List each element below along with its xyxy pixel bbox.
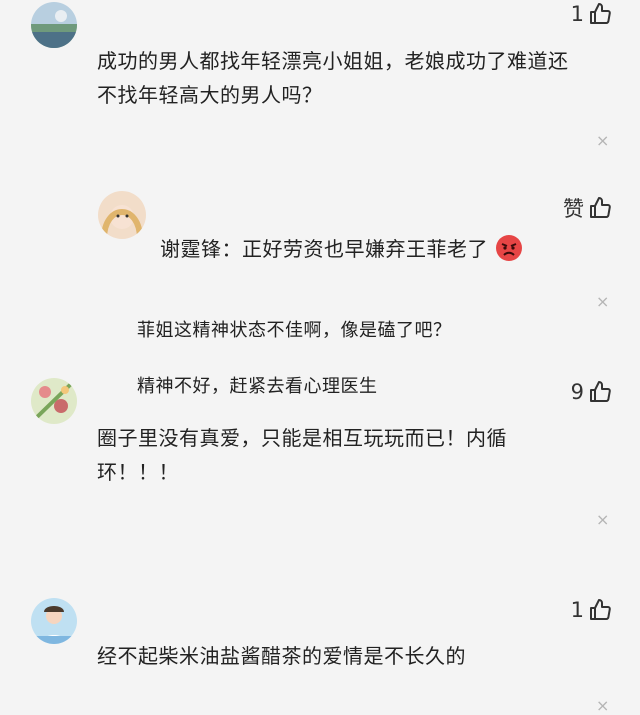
- close-icon[interactable]: ×: [596, 131, 609, 150]
- like-count: 赞: [563, 197, 584, 221]
- comment-text: 圈子里没有真爱，只能是相互玩玩而已！内循 环！！！: [97, 426, 507, 484]
- avatar[interactable]: [31, 598, 77, 644]
- overlay-comment-text: 精神不好，赶紧去看心理医生: [137, 376, 378, 397]
- thumbs-up-icon: [590, 599, 611, 620]
- avatar[interactable]: [98, 191, 146, 239]
- avatar[interactable]: [31, 378, 77, 424]
- avatar[interactable]: [31, 2, 77, 48]
- comment-text: 成功的男人都找年轻漂亮小姐姐，老娘成功了难道还 不找年轻高大的男人吗？: [97, 49, 569, 107]
- like-count: 1: [570, 598, 584, 622]
- thumbs-up-icon: [590, 381, 611, 402]
- like-button[interactable]: 1: [571, 2, 612, 26]
- like-count: 1: [570, 2, 584, 26]
- thumbs-up-icon: [590, 197, 611, 218]
- close-icon[interactable]: ×: [596, 510, 609, 529]
- close-icon[interactable]: ×: [596, 696, 609, 715]
- comment-text: 经不起柴米油盐酱醋茶的爱情是不长久的: [97, 644, 466, 668]
- like-button[interactable]: 1: [571, 598, 612, 622]
- comment-text: 谢霆锋：正好劳资也早嫌弃王菲老了: [160, 232, 523, 266]
- comment-text: 菲姐这精神状态不佳啊，像是磕了吧？: [137, 320, 452, 341]
- like-button[interactable]: 赞: [563, 193, 612, 223]
- close-icon[interactable]: ×: [596, 292, 609, 311]
- like-count: 9: [570, 380, 584, 404]
- like-button[interactable]: 9: [571, 380, 612, 404]
- angry-face-emoji-icon: [495, 235, 522, 261]
- thumbs-up-icon: [590, 3, 611, 24]
